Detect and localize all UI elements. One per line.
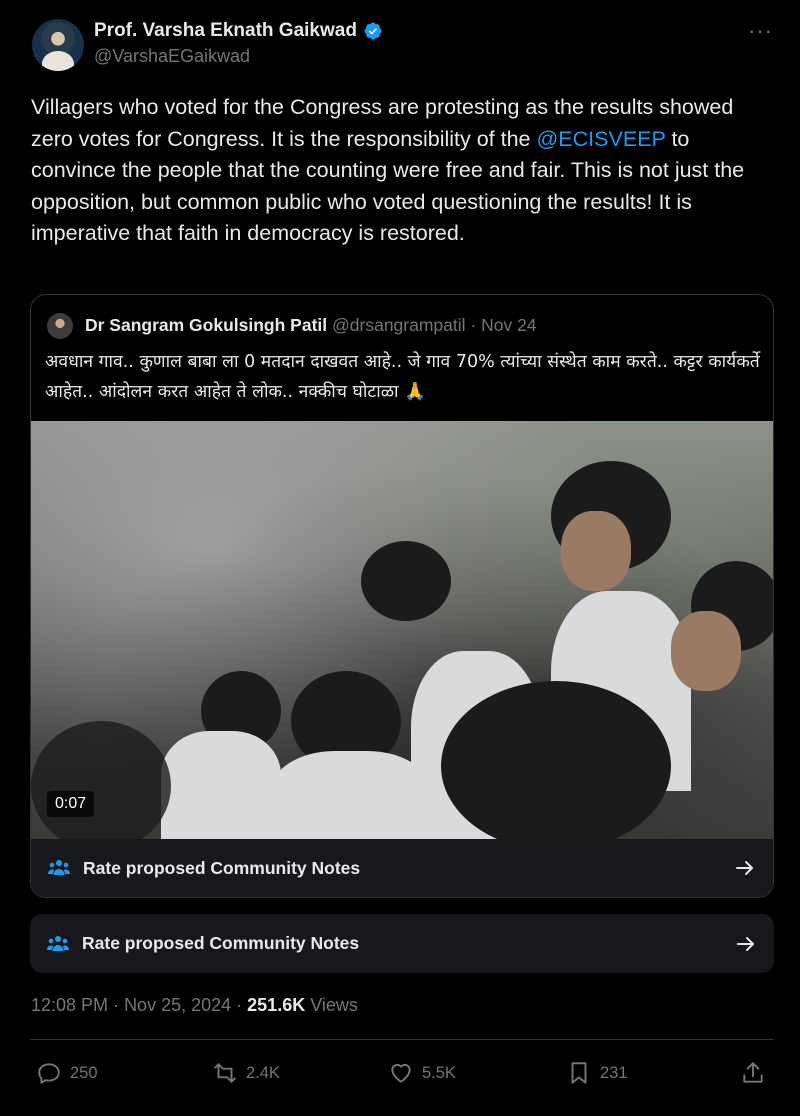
retweet-count: 2.4K — [246, 1063, 280, 1082]
divider — [30, 1039, 774, 1040]
like-count: 5.5K — [422, 1063, 456, 1082]
quoted-tweet-card[interactable]: Dr Sangram Gokulsingh Patil @drsangrampa… — [30, 294, 774, 898]
bookmark-icon — [571, 1062, 587, 1084]
arrow-right-icon[interactable] — [734, 932, 758, 956]
arrow-right-icon[interactable] — [733, 856, 757, 880]
quote-author-handle[interactable]: @drsangrampatil — [332, 315, 466, 335]
tweet-date[interactable]: Nov 25, 2024 — [124, 995, 231, 1015]
quote-author-row[interactable]: Dr Sangram Gokulsingh Patil @drsangrampa… — [85, 315, 537, 336]
author-name[interactable]: Prof. Varsha Eknath Gaikwad — [94, 20, 357, 42]
bookmark-count: 231 — [600, 1063, 628, 1082]
tweet-text: Villagers who voted for the Congress are… — [31, 92, 771, 250]
video-duration: 0:07 — [47, 791, 95, 817]
share-icon — [743, 1062, 763, 1083]
share-button[interactable] — [740, 1060, 766, 1086]
quote-community-notes-bar[interactable]: Rate proposed Community Notes — [31, 839, 773, 897]
community-notes-button[interactable]: Rate proposed Community Notes — [30, 914, 774, 973]
quote-text: अवधान गाव.. कुणाल बाबा ला 0 मतदान दाखवत … — [45, 352, 760, 402]
mention-link[interactable]: @ECISVEEP — [536, 127, 665, 151]
video-player[interactable]: 0:07 — [31, 421, 773, 839]
more-options-icon[interactable]: ··· — [748, 18, 773, 44]
quote-author-name[interactable]: Dr Sangram Gokulsingh Patil — [85, 315, 327, 335]
reply-count: 250 — [70, 1063, 98, 1082]
community-notes-label: Rate proposed Community Notes — [82, 933, 360, 953]
bookmark-button[interactable]: 231 — [566, 1060, 628, 1086]
people-icon — [47, 935, 69, 951]
people-icon — [48, 860, 70, 875]
verified-badge-icon — [364, 22, 382, 40]
views-label: Views — [310, 995, 358, 1015]
tweet-meta: 12:08 PM · Nov 25, 2024 · 251.6K Views — [31, 995, 358, 1015]
action-bar: 250 2.4K 5.5K 231 — [30, 1060, 774, 1090]
views-count: 251.6K — [247, 995, 306, 1015]
author-handle[interactable]: @VarshaEGaikwad — [94, 46, 250, 67]
tweet-time[interactable]: 12:08 PM — [31, 995, 108, 1015]
author-name-row[interactable]: Prof. Varsha Eknath Gaikwad — [94, 20, 383, 42]
quote-date[interactable]: · Nov 24 — [470, 315, 536, 335]
author-avatar[interactable] — [32, 19, 84, 71]
retweet-button[interactable]: 2.4K — [212, 1060, 280, 1086]
like-button[interactable]: 5.5K — [388, 1060, 456, 1086]
quote-author-avatar[interactable] — [47, 313, 73, 339]
heart-icon — [391, 1063, 411, 1083]
quote-community-notes-label: Rate proposed Community Notes — [83, 857, 361, 878]
reply-icon — [38, 1063, 60, 1084]
retweet-icon — [214, 1063, 236, 1083]
reply-button[interactable]: 250 — [36, 1060, 98, 1086]
